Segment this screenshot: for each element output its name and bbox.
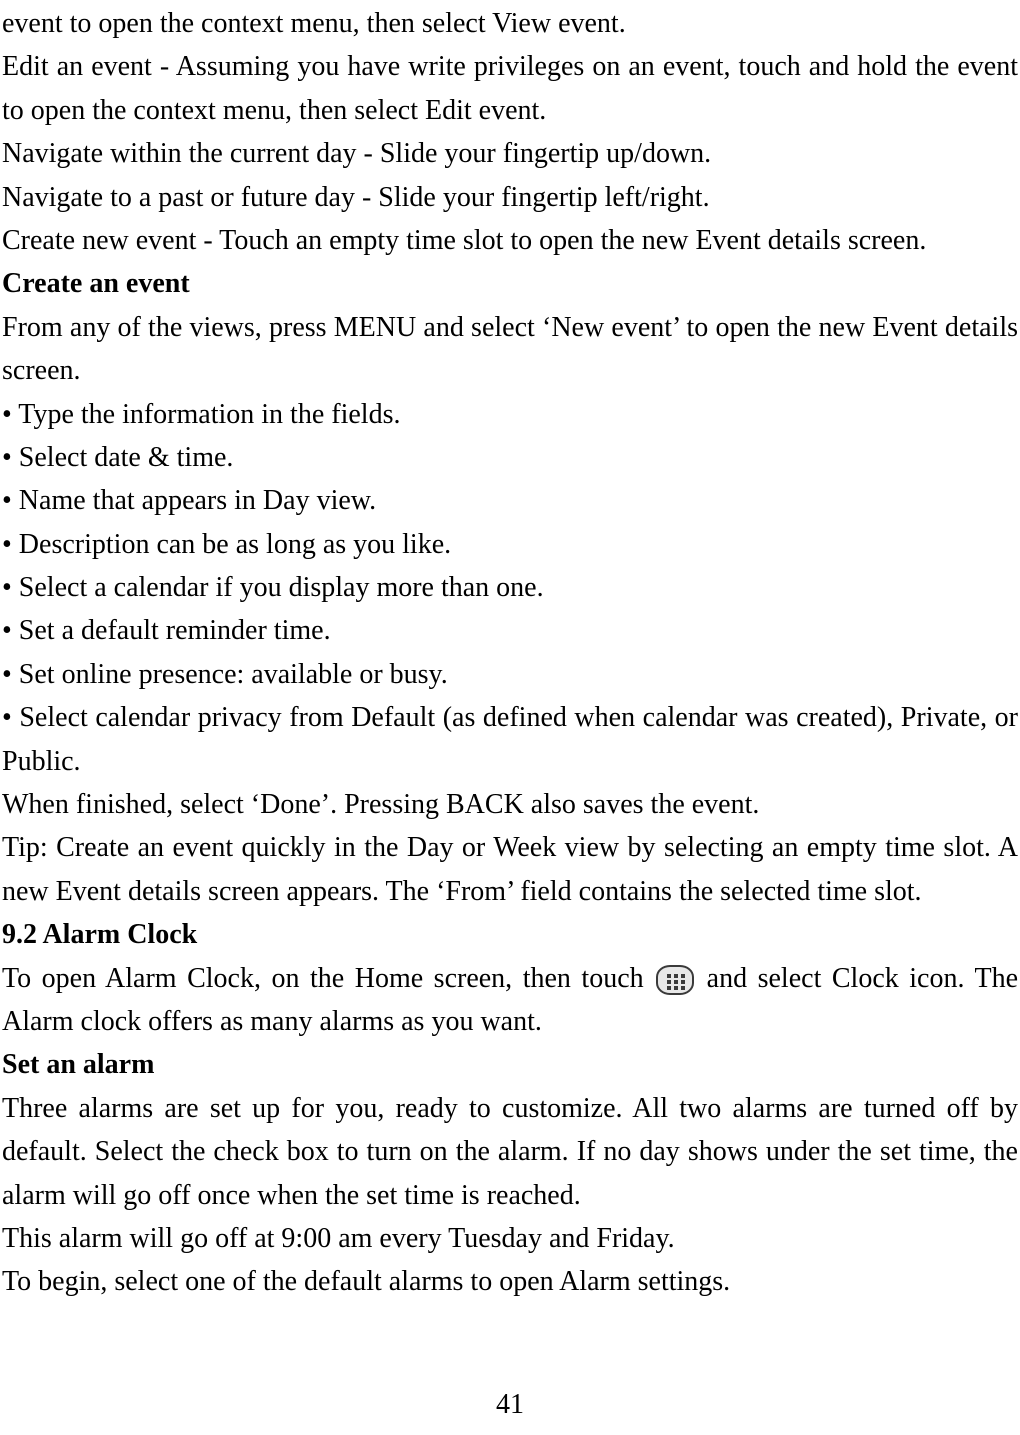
body-text: To begin, select one of the default alar… bbox=[2, 1260, 1018, 1303]
body-text: This alarm will go off at 9:00 am every … bbox=[2, 1217, 1018, 1260]
apps-grid-icon bbox=[656, 965, 694, 995]
body-text: Navigate within the current day - Slide … bbox=[2, 132, 1018, 175]
bullet-item: • Type the information in the fields. bbox=[2, 393, 1018, 436]
bullet-item: • Select date & time. bbox=[2, 436, 1018, 479]
bullet-item: • Select calendar privacy from Default (… bbox=[2, 696, 1018, 783]
bullet-item: • Set online presence: available or busy… bbox=[2, 653, 1018, 696]
body-text-with-icon: To open Alarm Clock, on the Home screen,… bbox=[2, 957, 1018, 1044]
bullet-item: • Name that appears in Day view. bbox=[2, 479, 1018, 522]
body-text: Create new event - Touch an empty time s… bbox=[2, 219, 1018, 262]
body-text-fragment: To open Alarm Clock, on the Home screen,… bbox=[2, 963, 654, 994]
page-number: 41 bbox=[0, 1389, 1020, 1421]
body-text: From any of the views, press MENU and se… bbox=[2, 306, 1018, 393]
body-text: Three alarms are set up for you, ready t… bbox=[2, 1087, 1018, 1217]
bullet-item: • Select a calendar if you display more … bbox=[2, 566, 1018, 609]
body-text: event to open the context menu, then sel… bbox=[2, 2, 1018, 45]
section-heading: Create an event bbox=[2, 262, 1018, 305]
body-text: Edit an event - Assuming you have write … bbox=[2, 45, 1018, 132]
document-page: event to open the context menu, then sel… bbox=[0, 0, 1020, 1304]
section-heading: Set an alarm bbox=[2, 1043, 1018, 1086]
bullet-item: • Description can be as long as you like… bbox=[2, 523, 1018, 566]
section-heading: 9.2 Alarm Clock bbox=[2, 913, 1018, 956]
bullet-item: • Set a default reminder time. bbox=[2, 609, 1018, 652]
body-text: When finished, select ‘Done’. Pressing B… bbox=[2, 783, 1018, 826]
body-text: Navigate to a past or future day - Slide… bbox=[2, 176, 1018, 219]
body-text: Tip: Create an event quickly in the Day … bbox=[2, 826, 1018, 913]
